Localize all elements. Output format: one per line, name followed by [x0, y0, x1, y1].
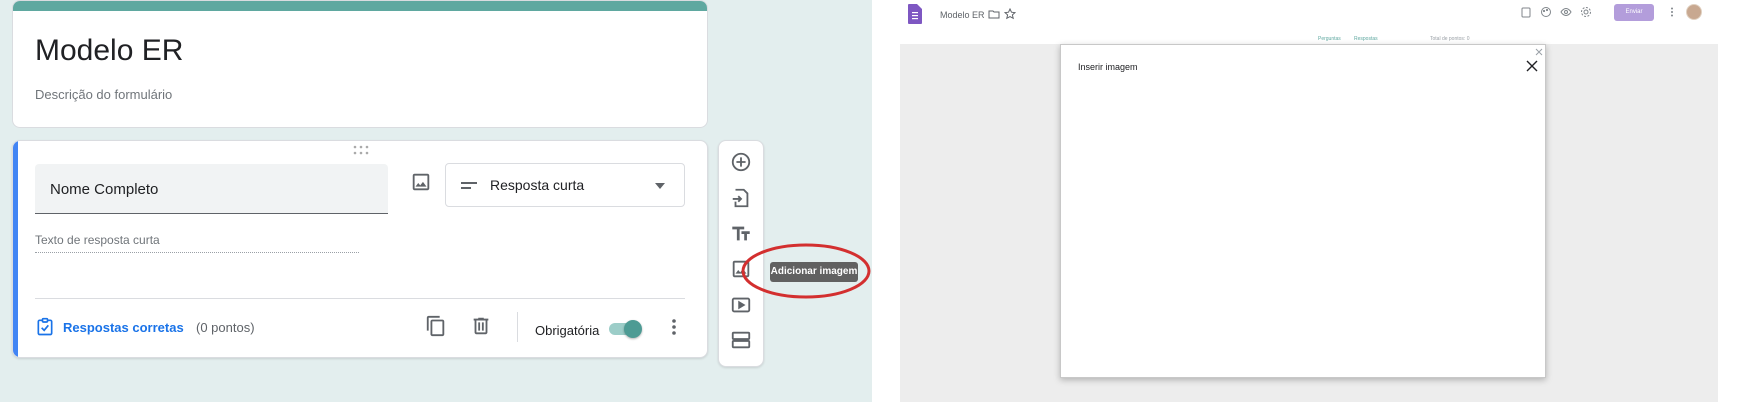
total-points: Total de pontos: 0: [1430, 36, 1470, 42]
caret-down-icon: [654, 180, 666, 192]
palette-icon[interactable]: [1540, 6, 1552, 18]
answer-key-button[interactable]: Respostas corretas: [35, 315, 184, 339]
points-label: (0 pontos): [196, 320, 255, 335]
avatar[interactable]: [1686, 4, 1702, 20]
required-label: Obrigatória: [535, 323, 600, 338]
question-type-dropdown[interactable]: Resposta curta: [445, 163, 685, 207]
active-card-indicator: [13, 141, 18, 357]
duplicate-icon[interactable]: [425, 315, 447, 337]
add-image-tooltip: Adicionar imagem: [770, 262, 858, 282]
close-icon[interactable]: [1525, 59, 1539, 73]
add-image-icon[interactable]: [730, 258, 752, 280]
card-footer-divider: [35, 298, 685, 299]
more-vert-icon[interactable]: [1666, 6, 1678, 18]
preview-eye-icon[interactable]: [1560, 6, 1572, 18]
tab-questions[interactable]: Perguntas: [1318, 36, 1341, 42]
doc-title[interactable]: Modelo ER: [940, 10, 985, 20]
folder-icon[interactable]: [988, 8, 1000, 20]
settings-gear-icon[interactable]: [1580, 6, 1592, 18]
add-image-to-question-icon[interactable]: [410, 171, 432, 193]
import-questions-icon[interactable]: [730, 187, 752, 209]
addon-icon[interactable]: [1520, 6, 1532, 18]
tab-responses[interactable]: Respostas: [1354, 36, 1378, 42]
assignment-check-icon: [35, 317, 55, 337]
footer-vertical-divider: [517, 312, 518, 342]
required-toggle[interactable]: [606, 320, 642, 338]
theme-accent-bar: [13, 1, 707, 11]
drag-handle-icon[interactable]: [352, 144, 370, 156]
forms-doc-icon[interactable]: [908, 4, 922, 24]
forms-editor: Modelo ER Descrição do formulário Nome C…: [0, 0, 872, 402]
add-video-icon[interactable]: [730, 294, 752, 316]
more-vert-icon[interactable]: [664, 317, 684, 337]
toggle-thumb: [624, 320, 642, 338]
form-title-card[interactable]: Modelo ER Descrição do formulário: [12, 0, 708, 128]
trash-icon[interactable]: [470, 315, 492, 337]
dialog-title: Inserir imagem: [1078, 62, 1138, 72]
form-title[interactable]: Modelo ER: [35, 34, 183, 68]
question-title-text: Nome Completo: [50, 181, 159, 198]
question-title-input[interactable]: Nome Completo: [35, 164, 388, 214]
insert-image-screenshot: Modelo ER Enviar Perguntas Respostas Tot…: [900, 0, 1758, 402]
add-title-icon[interactable]: [730, 223, 752, 245]
form-description[interactable]: Descrição do formulário: [35, 87, 172, 102]
floating-toolbar: [718, 140, 764, 367]
short-answer-placeholder: Texto de resposta curta: [35, 233, 359, 253]
tiny-close-icon[interactable]: [1535, 48, 1543, 56]
insert-image-dialog: Inserir imagem: [1060, 44, 1546, 378]
add-section-icon[interactable]: [730, 329, 752, 351]
short-answer-icon: [460, 177, 478, 195]
answer-key-label: Respostas corretas: [63, 319, 184, 335]
add-question-icon[interactable]: [730, 151, 752, 173]
question-type-label: Resposta curta: [490, 177, 585, 193]
question-card[interactable]: Nome Completo Resposta curta Texto de re…: [12, 140, 708, 358]
send-button[interactable]: Enviar: [1614, 4, 1654, 21]
canvas-margin: [1718, 44, 1758, 402]
star-icon[interactable]: [1004, 8, 1016, 20]
editor-tabs: Perguntas Respostas Total de pontos: 0: [900, 34, 1758, 44]
